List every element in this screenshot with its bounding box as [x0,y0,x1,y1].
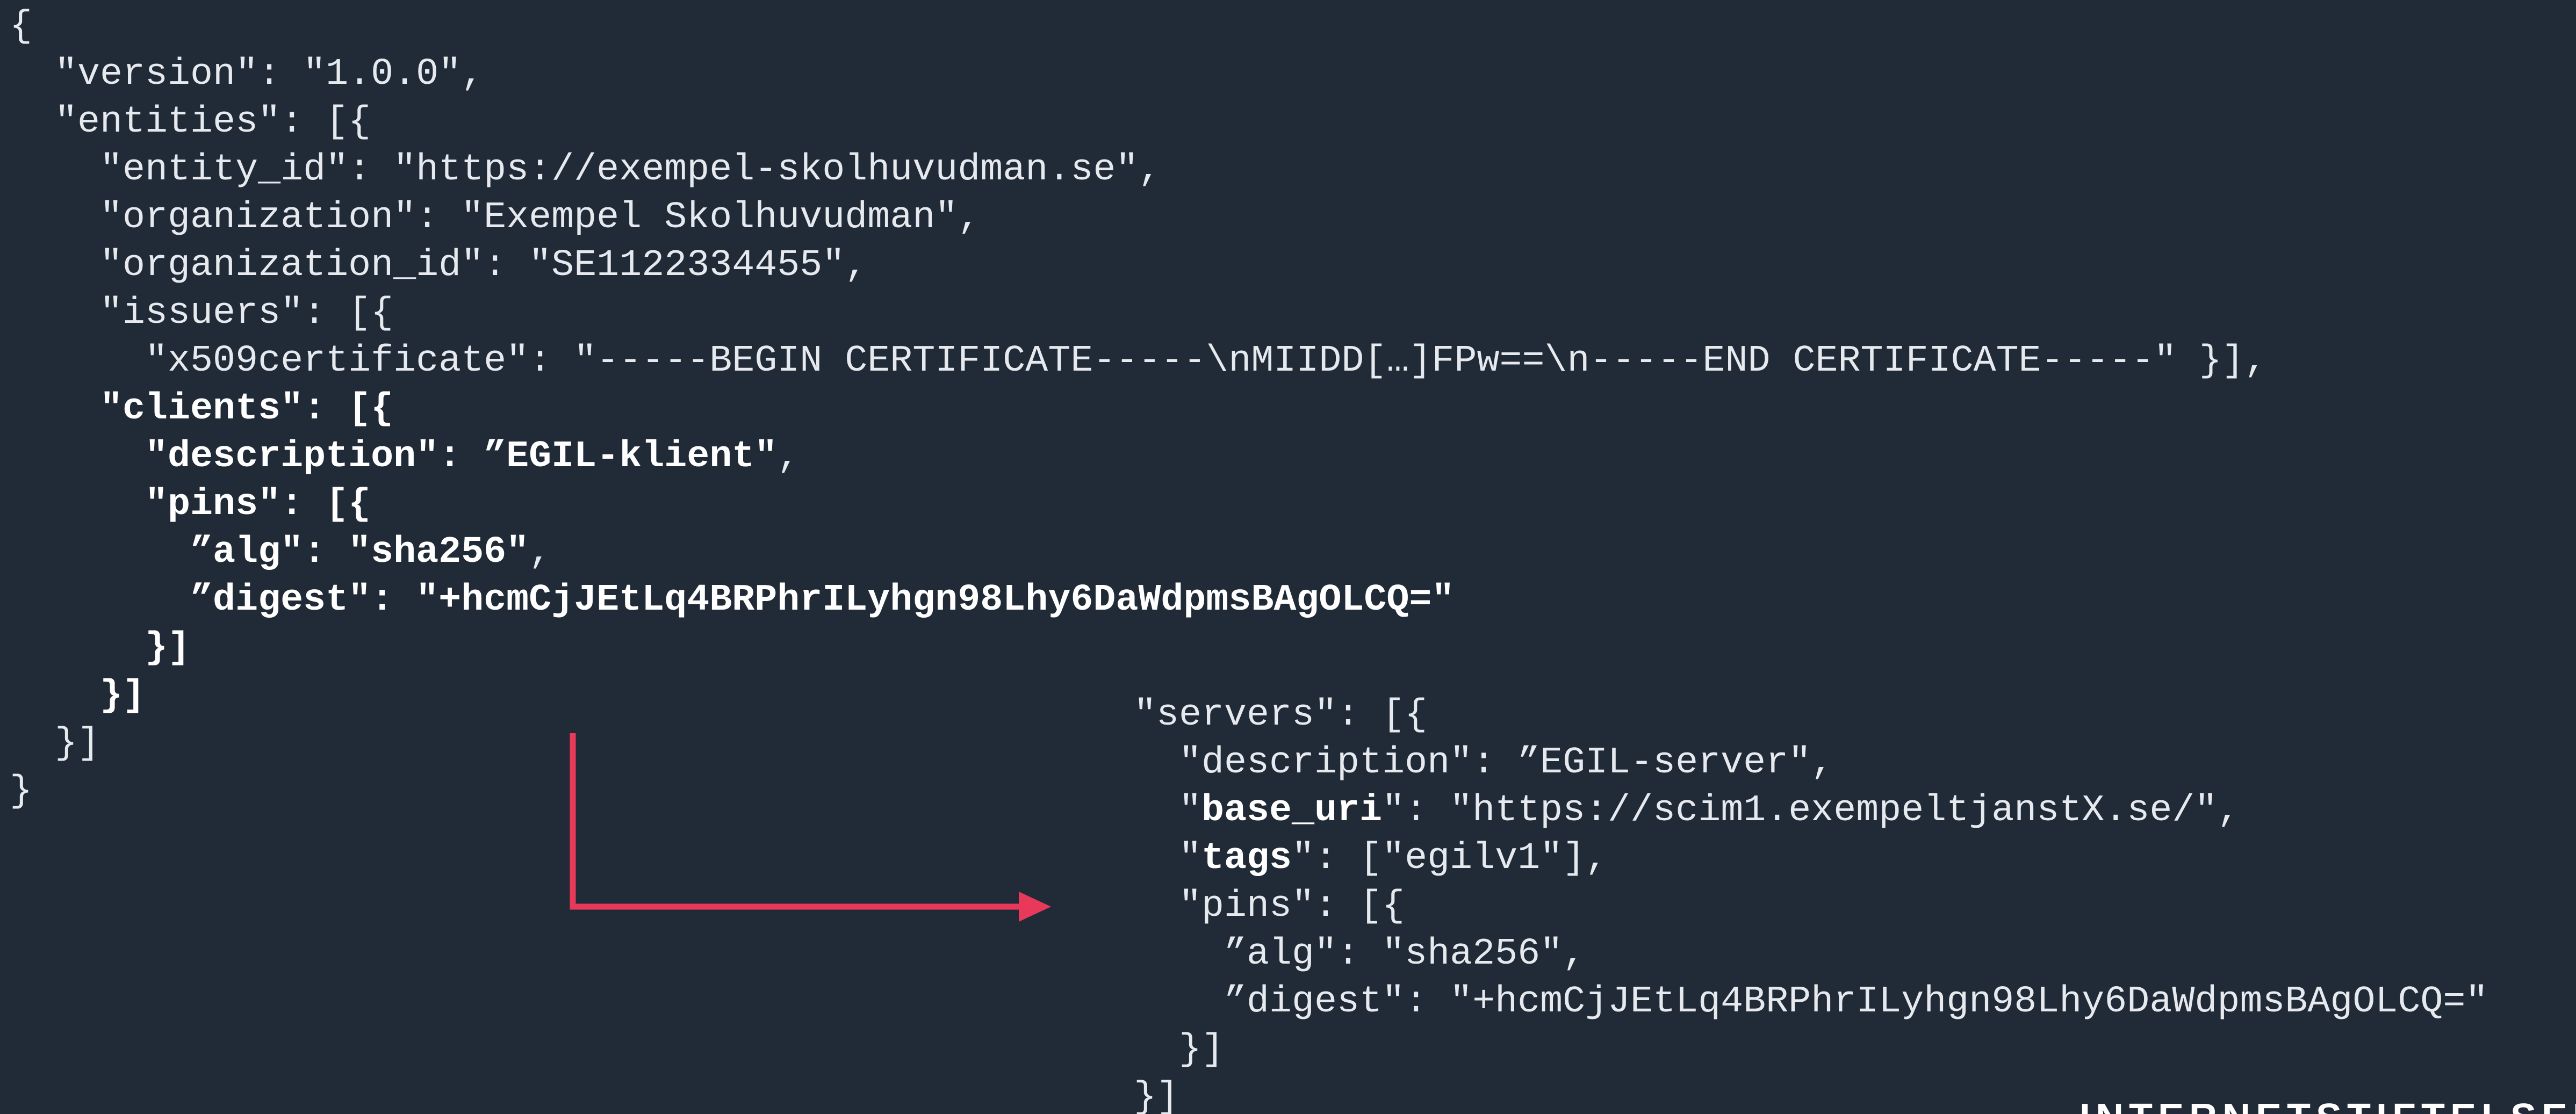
code-line: "pins": [{ [1134,885,1405,928]
code-punct: " [1134,790,1202,832]
code-line: }] [1134,1076,1179,1114]
code-line: "servers": [{ [1134,694,1428,736]
code-punct: " [1134,837,1202,880]
code-key-tags: tags [1201,837,1292,880]
code-line: "description": ”EGIL-server", [1134,742,1834,784]
slide: { "version": "1.0.0", "entities": [{ "en… [0,0,2576,1114]
arrow-head [1019,892,1051,922]
brand-logo-text: INTERNETSTIFTELSEN [2079,1096,2576,1114]
code-line: ”digest": "+hcmCjJEtLq4BRPhrILyhgn98Lhy6… [1134,981,2488,1023]
code-line: ”alg": "sha256", [1134,933,1586,975]
servers-json-block: "servers": [{ "description": ”EGIL-serve… [1134,691,2488,1114]
code-line: ": ["egilv1"], [1292,837,1608,880]
code-line: }] [1134,1029,1225,1071]
code-key-base-uri: base_uri [1201,790,1383,832]
arrow-line [570,733,1025,910]
code-line: ": "https://scim1.exempeltjanstX.se/", [1382,790,2240,832]
